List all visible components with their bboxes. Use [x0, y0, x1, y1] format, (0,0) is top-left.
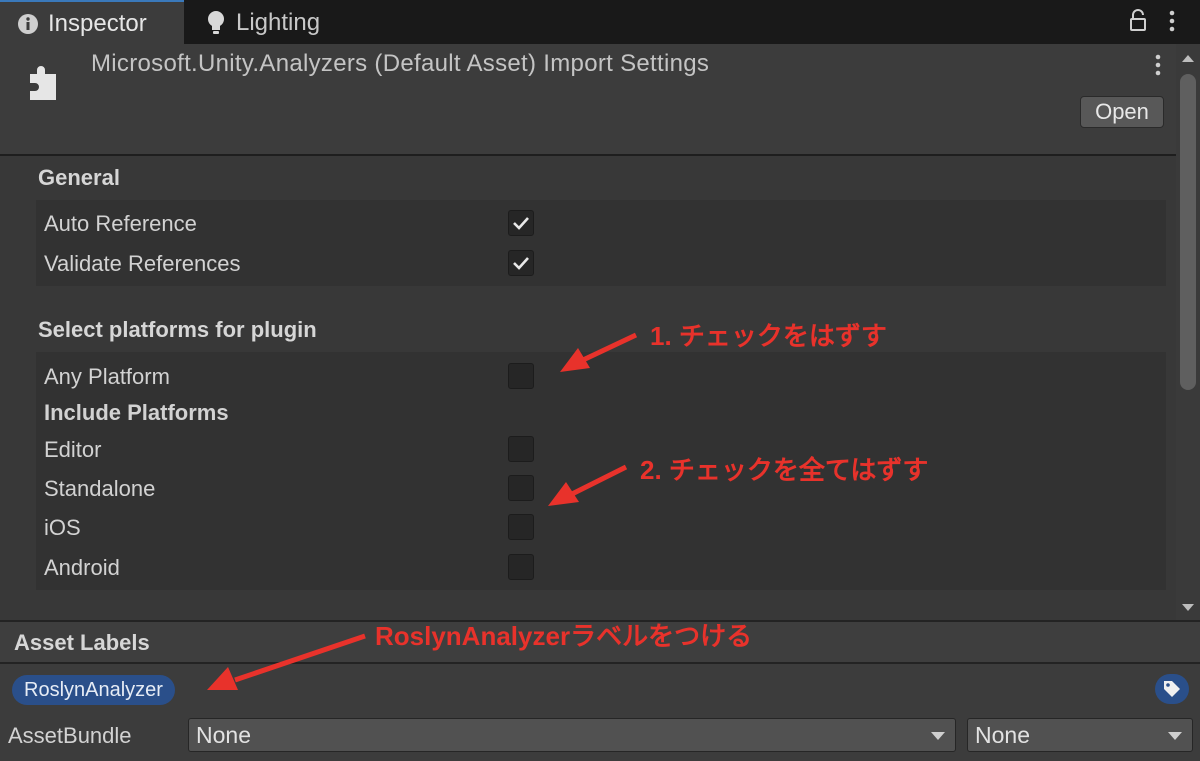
annotation-3: RoslynAnalyzerラベルをつける: [375, 621, 753, 651]
annotation-2: 2. チェックを全てはずす: [640, 455, 929, 485]
arrow-3: [207, 633, 366, 690]
arrow-2: [548, 464, 628, 506]
annotation-1: 1. チェックをはずす: [650, 321, 887, 351]
arrow-1: [560, 332, 638, 372]
